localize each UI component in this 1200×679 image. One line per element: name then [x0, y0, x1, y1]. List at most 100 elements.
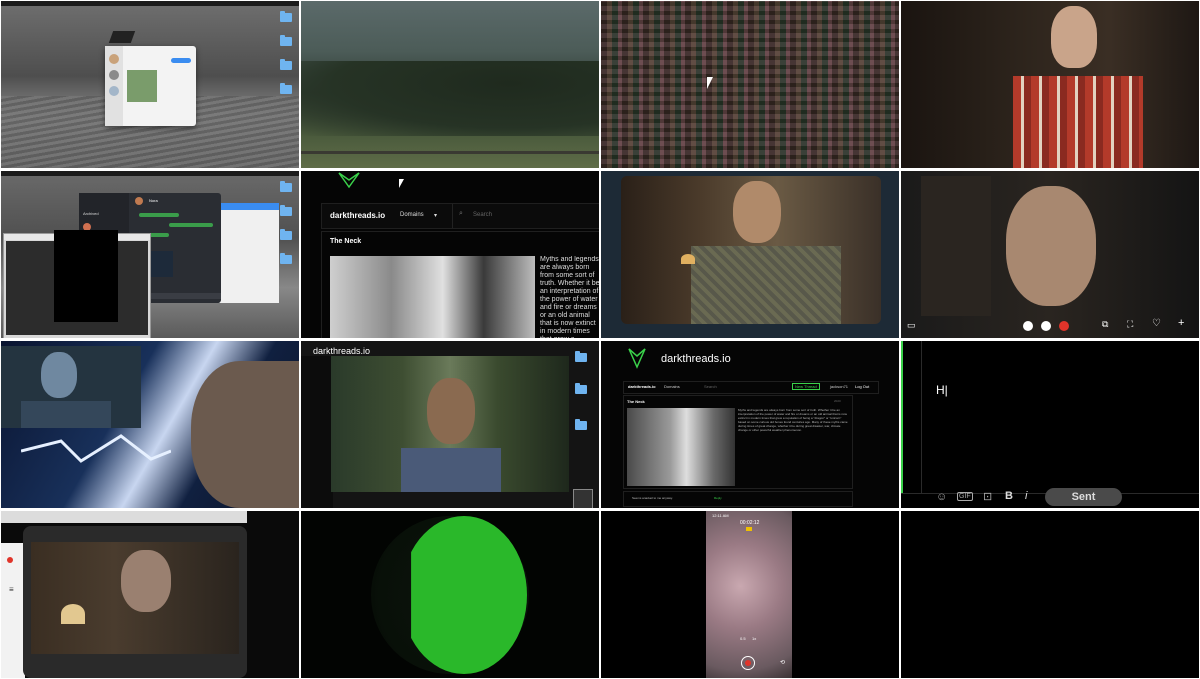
menu-bar: [1, 171, 299, 176]
cursor-icon: [707, 77, 713, 89]
folder-icon[interactable]: [280, 205, 292, 216]
browser-window[interactable]: [219, 203, 279, 303]
article-title[interactable]: The Neck: [330, 238, 361, 245]
tile-man-eyes-closed: ≡: [1, 511, 299, 678]
avatar: [135, 197, 143, 205]
shirt: [401, 448, 501, 492]
site-name[interactable]: darkthreads.io: [330, 211, 385, 220]
comment-row: Seems anaduol to me anyway. Reply: [623, 491, 853, 507]
webcam-window[interactable]: [3, 230, 151, 338]
top-nav: darkthreads.io Domains ▾ ⌕ Search: [321, 203, 599, 229]
shirt: [21, 401, 111, 428]
thumbnail[interactable]: [573, 489, 593, 508]
search-input[interactable]: Search: [704, 384, 717, 389]
mic-button[interactable]: [1023, 321, 1033, 331]
sticker-icon[interactable]: ⊡: [983, 490, 992, 503]
folder-icon[interactable]: [575, 383, 587, 394]
article-card: The Neck Myths and legends are always bo…: [321, 231, 599, 338]
archived-label[interactable]: Archived: [83, 211, 99, 216]
chevron-down-icon[interactable]: ▾: [434, 212, 437, 219]
record-dot: [745, 660, 751, 666]
background-page: [301, 356, 333, 508]
tile-green-circle: [301, 511, 599, 678]
folder-icon[interactable]: [575, 419, 587, 430]
domains-dropdown[interactable]: Domains: [664, 384, 680, 389]
heart-icon[interactable]: ♡: [1152, 318, 1161, 329]
comment-text: Seems anaduol to me anyway.: [632, 496, 673, 500]
logout-link[interactable]: Log Out: [855, 384, 869, 389]
reply-link[interactable]: Reply: [714, 496, 722, 500]
folder-icon[interactable]: [280, 229, 292, 240]
flip-camera-icon[interactable]: ⟲: [780, 659, 785, 666]
menu-bar: [1, 1, 299, 6]
photo-attachment[interactable]: [127, 70, 157, 102]
search-icon: ⌕: [459, 210, 463, 217]
black-overlay-window: [54, 230, 118, 322]
thread-title: Nora: [149, 198, 158, 203]
avatar[interactable]: [109, 54, 119, 64]
avatar[interactable]: [109, 86, 119, 96]
domains-dropdown[interactable]: Domains: [400, 212, 424, 218]
record-button[interactable]: [741, 656, 755, 670]
divider: [921, 341, 922, 493]
folder-icon[interactable]: [280, 11, 292, 22]
article-photo: [330, 256, 535, 338]
tile-darkthreads-forest-video: darkthreads.io: [301, 341, 599, 508]
folder-icon[interactable]: [280, 35, 292, 46]
end-call-button[interactable]: [1059, 321, 1069, 331]
gif-button[interactable]: GIF: [957, 492, 973, 501]
face: [191, 361, 299, 508]
site-name[interactable]: darkthreads.io: [313, 346, 370, 356]
tile-blank: [901, 511, 1199, 678]
plus-icon[interactable]: +: [1178, 317, 1184, 329]
screen-share-icon[interactable]: ▭: [907, 320, 916, 331]
folder-icon[interactable]: [575, 351, 587, 362]
recording-timer: 00:02:12: [740, 520, 760, 526]
emoji-icon[interactable]: ☺: [936, 491, 947, 503]
folder-icon[interactable]: [280, 83, 292, 94]
article-body: Myths and legends are always born from s…: [738, 408, 850, 454]
message-bubble: [139, 213, 179, 217]
nav-site-name[interactable]: darkthreads.io: [628, 384, 656, 389]
article-title[interactable]: The Neck: [627, 399, 645, 404]
video-tile-father: [1, 346, 141, 428]
lamp: [681, 254, 695, 264]
folder-icon[interactable]: [280, 253, 292, 264]
sent-button[interactable]: Sent: [1045, 488, 1122, 506]
lightning-crack: [21, 434, 171, 463]
article-paragraph: Myths and legends are always born from s…: [738, 408, 848, 432]
face: [427, 378, 475, 444]
article-date: 2020: [834, 399, 841, 403]
video-feed: [331, 356, 569, 492]
user-menu[interactable]: jackson71: [830, 384, 848, 389]
zoom-option[interactable]: 0.5: [740, 636, 746, 641]
video-call-frame: [23, 526, 247, 678]
folder-icon[interactable]: [280, 59, 292, 70]
messages-window[interactable]: [105, 46, 196, 126]
fence: [301, 151, 599, 154]
menu-icon[interactable]: ≡: [9, 585, 14, 594]
tile-split-video-lightning: [1, 341, 299, 508]
conversation-list[interactable]: [105, 46, 123, 126]
tile-forest-landscape: [301, 1, 599, 168]
site-title[interactable]: darkthreads.io: [661, 353, 731, 365]
new-thread-button[interactable]: New Thread: [792, 383, 820, 390]
focus-border: [901, 341, 903, 493]
phone-screen: 12:11 AM 00:02:12 0.5 1x ⟲: [706, 511, 792, 678]
zoom-option[interactable]: 1x: [752, 636, 756, 641]
message-input[interactable]: H|: [936, 383, 948, 397]
expand-icon[interactable]: ⛶: [1127, 319, 1133, 330]
avatar[interactable]: [109, 70, 119, 80]
search-input[interactable]: Search: [473, 212, 492, 218]
italic-button[interactable]: i: [1025, 490, 1027, 502]
folder-icon[interactable]: [280, 181, 292, 192]
flip-icon[interactable]: ⧉: [1102, 319, 1108, 330]
tile-woman-plaid: [901, 1, 1199, 168]
screenshot-contact-sheet: Archived Nora darkthreads.io Domains ▾ ⌕…: [0, 0, 1200, 679]
article-card: The Neck 2020 Myths and legends are alwa…: [623, 395, 853, 489]
camera-button[interactable]: [1041, 321, 1051, 331]
search-box[interactable]: ⌕ Search: [452, 204, 599, 228]
tile-chat-input: H| ☺ GIF ⊡ B i Sent: [901, 341, 1199, 508]
bold-button[interactable]: B: [1005, 490, 1013, 502]
top-nav: darkthreads.io Domains Search New Thread…: [623, 381, 879, 394]
